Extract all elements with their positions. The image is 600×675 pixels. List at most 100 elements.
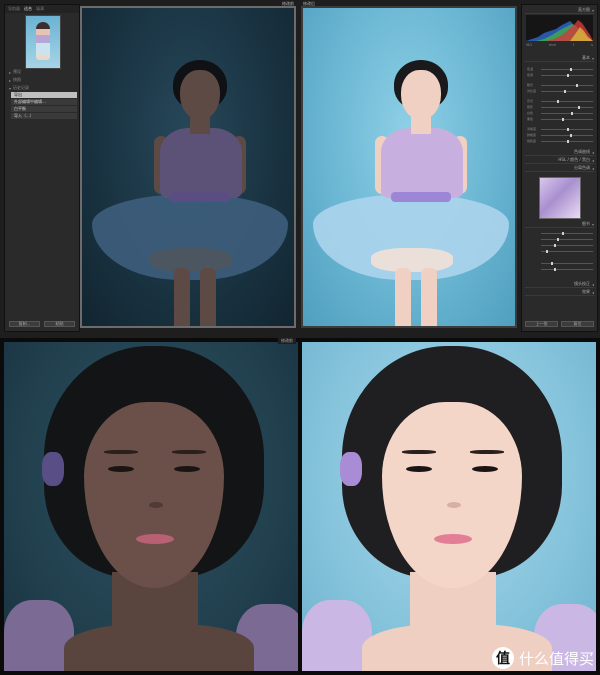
tab-navigator[interactable]: 导航器 (8, 6, 20, 12)
slider-label: 饱和度 (527, 139, 537, 143)
section-lens-corrections[interactable]: 镜头校正 ◂ (525, 281, 594, 288)
slider-knob[interactable] (564, 89, 567, 93)
before-photo[interactable] (80, 6, 296, 328)
slider-knob[interactable] (556, 237, 559, 241)
tab-fit[interactable]: 适合 (24, 6, 32, 12)
slider-knob[interactable] (576, 83, 579, 87)
slider-track[interactable] (541, 267, 593, 271)
slider-track[interactable] (541, 67, 593, 71)
slider-knob[interactable] (569, 67, 572, 71)
section-hsl[interactable]: HSL / 颜色 / 黑白 ◂ (525, 157, 594, 164)
slider-color-noise[interactable] (527, 267, 593, 271)
slider-track[interactable] (541, 133, 593, 137)
subject-figure (303, 8, 515, 326)
bodice (160, 128, 242, 198)
slider-knob[interactable] (546, 249, 549, 253)
eyebrow-left (402, 450, 436, 454)
history-item[interactable]: 导出 (11, 92, 77, 98)
navigator-thumbnail[interactable] (25, 15, 61, 69)
slider-track[interactable] (541, 89, 593, 93)
slider-track[interactable] (541, 261, 593, 265)
slider-saturation[interactable]: 饱和度 (527, 139, 593, 143)
slider-knob[interactable] (567, 127, 569, 131)
slider-knob[interactable] (578, 105, 581, 109)
slider-shadows[interactable]: 阴影 (527, 105, 593, 109)
after-photo[interactable] (301, 6, 517, 328)
slider-detail[interactable] (527, 243, 593, 247)
slider-knob[interactable] (554, 243, 556, 247)
section-basic[interactable]: 基本 ▾ (525, 55, 594, 62)
slider-track[interactable] (541, 117, 593, 121)
slider-knob[interactable] (570, 133, 573, 137)
copy-button[interactable]: 复制... (9, 321, 40, 327)
detail-preview-thumbnail[interactable] (539, 177, 581, 219)
belt (391, 192, 451, 202)
slider-knob[interactable] (554, 267, 556, 271)
eye-right (174, 466, 200, 472)
slider-highlights[interactable]: 高光 (527, 99, 593, 103)
slider-masking[interactable] (527, 249, 593, 253)
triangle-right-icon: ▸ (9, 77, 12, 83)
slider-clarity[interactable]: 清晰度 (527, 127, 593, 131)
slider-label: 曝光 (527, 83, 534, 87)
section-effects-label: 效果 (581, 289, 590, 294)
slider-knob[interactable] (567, 73, 569, 77)
history-item[interactable]: 导入（...） (11, 113, 77, 119)
slider-knob[interactable] (571, 111, 574, 115)
section-detail[interactable]: 细节 ▾ (525, 221, 594, 228)
section-split-toning[interactable]: 分离色调 ◂ (525, 165, 594, 172)
section-snapshots[interactable]: ▸ 快照 (9, 77, 75, 83)
closeup-before-photo[interactable] (4, 342, 298, 671)
history-item[interactable]: 白平衡 (11, 106, 77, 112)
slider-knob[interactable] (561, 231, 564, 235)
slider-label: 白色 (527, 111, 534, 115)
lips (136, 534, 174, 544)
slider-track[interactable] (541, 237, 593, 241)
slider-exposure[interactable]: 曝光 (527, 83, 593, 87)
slider-vibrance[interactable]: 鲜艳度 (527, 133, 593, 137)
closeup-after-photo[interactable] (302, 342, 596, 671)
previous-button[interactable]: 上一张 (525, 321, 558, 327)
slider-tint[interactable]: 色调 (527, 73, 593, 77)
slider-track[interactable] (541, 99, 593, 103)
section-history-label: 历史记录 (13, 85, 30, 90)
slider-knob[interactable] (561, 117, 564, 121)
slider-track[interactable] (541, 127, 593, 131)
slider-whites[interactable]: 白色 (527, 111, 593, 115)
reset-button[interactable]: 复位 (561, 321, 594, 327)
slider-knob[interactable] (556, 99, 559, 103)
section-tone-curve[interactable]: 色调曲线 ◂ (525, 149, 594, 156)
slider-track[interactable] (541, 105, 593, 109)
slider-contrast[interactable]: 对比度 (527, 89, 593, 93)
slider-track[interactable] (541, 249, 593, 253)
slider-track[interactable] (541, 243, 593, 247)
eyebrow-right (470, 450, 504, 454)
section-effects[interactable]: 效果 ◂ (525, 289, 594, 296)
histogram-graph[interactable] (526, 15, 593, 41)
slider-radius[interactable] (527, 237, 593, 241)
slider-track[interactable] (541, 139, 593, 143)
slider-luminance[interactable] (527, 261, 593, 265)
histogram-header-label: 直方图 (577, 7, 590, 12)
leg-left (395, 268, 411, 326)
slider-track[interactable] (541, 83, 593, 87)
history-item[interactable]: 外部编辑中编辑... (11, 99, 77, 105)
hist-iso: ISO (526, 43, 533, 47)
slider-track[interactable] (541, 73, 593, 77)
slider-track[interactable] (541, 111, 593, 115)
paste-button[interactable]: 粘贴 (44, 321, 75, 327)
triangle-left-icon: ◂ (591, 149, 594, 155)
section-presets[interactable]: ▸ 预设 (9, 69, 75, 75)
slider-track[interactable] (541, 231, 593, 235)
slider-sharpening[interactable] (527, 231, 593, 235)
petticoat (371, 248, 453, 272)
histogram-header[interactable]: 直方图 ▾ (525, 7, 594, 14)
slider-temperature[interactable]: 色温 (527, 67, 593, 71)
slider-knob[interactable] (551, 261, 554, 265)
tab-fill[interactable]: 填满 (36, 6, 44, 12)
section-history[interactable]: ▾ 历史记录 (9, 85, 75, 91)
slider-blacks[interactable]: 黑色 (527, 117, 593, 121)
hair-flower (42, 452, 64, 486)
triangle-down-icon: ▾ (591, 55, 594, 61)
slider-knob[interactable] (567, 139, 569, 143)
